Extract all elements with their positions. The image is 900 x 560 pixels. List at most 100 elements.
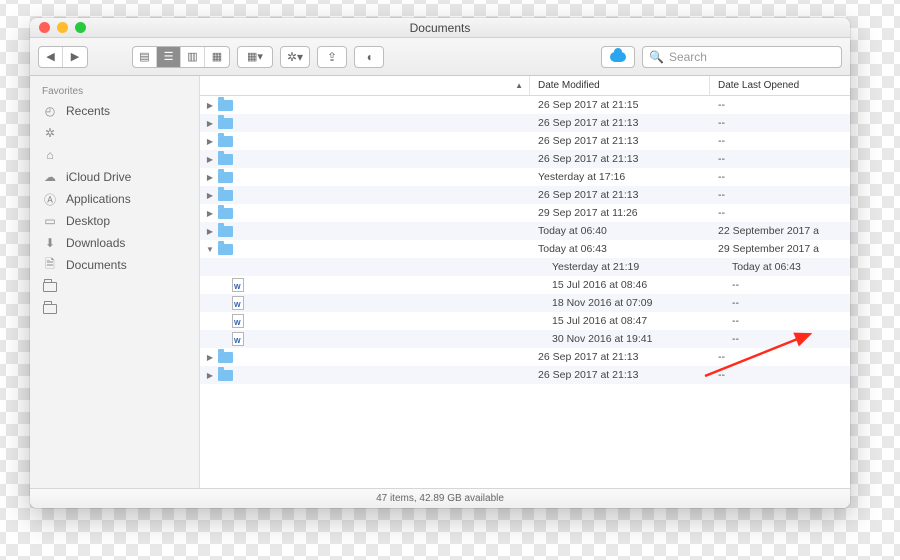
home-icon: ⌂ bbox=[42, 148, 58, 162]
cell-date-opened: -- bbox=[710, 99, 850, 111]
cell-date-opened: -- bbox=[724, 279, 850, 291]
sidebar-item-recents[interactable]: ◴Recents bbox=[30, 100, 199, 122]
sidebar-item-icloud-drive[interactable]: ☁iCloud Drive bbox=[30, 166, 199, 188]
sidebar-item-folder[interactable] bbox=[30, 276, 199, 298]
table-row[interactable]: ▶ 26 Sep 2017 at 21:13-- bbox=[200, 132, 850, 150]
table-row[interactable]: Yesterday at 21:19Today at 06:43 bbox=[200, 258, 850, 276]
sidebar-item-label: iCloud Drive bbox=[66, 170, 131, 184]
table-row[interactable]: ▶ 29 Sep 2017 at 11:26-- bbox=[200, 204, 850, 222]
disclosure-icon[interactable]: ▶ bbox=[206, 101, 214, 110]
folder-icon bbox=[218, 118, 233, 129]
cell-date-opened: -- bbox=[710, 369, 850, 381]
sidebar-item-home[interactable]: ⌂ bbox=[30, 144, 199, 166]
share-button[interactable]: ⇪ bbox=[317, 46, 347, 68]
sidebar-item-label: Applications bbox=[66, 192, 131, 206]
folder-icon bbox=[42, 280, 58, 294]
search-field[interactable]: 🔍 Search bbox=[642, 46, 842, 68]
table-row[interactable]: ▶ 26 Sep 2017 at 21:13-- bbox=[200, 186, 850, 204]
disclosure-icon[interactable]: ▼ bbox=[206, 245, 214, 254]
folder-icon bbox=[218, 154, 233, 165]
folder-icon bbox=[218, 370, 233, 381]
finder-window: Documents ◀ ▶ ▤ ☰ ▥ ▦ ▦▾ ✲▾ ⇪ ◖ 🔍 Search… bbox=[30, 18, 850, 508]
arrange-button[interactable]: ▦▾ bbox=[238, 47, 272, 67]
toolbar: ◀ ▶ ▤ ☰ ▥ ▦ ▦▾ ✲▾ ⇪ ◖ 🔍 Search bbox=[30, 38, 850, 76]
disclosure-icon[interactable]: ▶ bbox=[206, 353, 214, 362]
column-date-modified[interactable]: Date Modified bbox=[530, 76, 710, 95]
cell-date-modified: Yesterday at 17:16 bbox=[530, 171, 710, 183]
sidebar-item-label: Downloads bbox=[66, 236, 125, 250]
folder-icon bbox=[218, 100, 233, 111]
icloud-button[interactable] bbox=[601, 46, 635, 68]
table-row[interactable]: 15 Jul 2016 at 08:47-- bbox=[200, 312, 850, 330]
cell-date-opened: -- bbox=[724, 297, 850, 309]
tags-button[interactable]: ◖ bbox=[354, 46, 384, 68]
word-doc-icon bbox=[232, 296, 244, 310]
sidebar-item-folder[interactable] bbox=[30, 298, 199, 320]
sidebar-item-label: Desktop bbox=[66, 214, 110, 228]
sidebar-item-downloads[interactable]: ⬇Downloads bbox=[30, 232, 199, 254]
column-date-opened[interactable]: Date Last Opened bbox=[710, 76, 850, 95]
sidebar-item-desktop[interactable]: ▭Desktop bbox=[30, 210, 199, 232]
file-list: ▲ Date Modified Date Last Opened ▶26 Sep… bbox=[200, 76, 850, 488]
apps-icon: Ⓐ bbox=[42, 192, 58, 206]
clock-icon: ◴ bbox=[42, 104, 58, 118]
gallery-view-button[interactable]: ▦ bbox=[205, 47, 229, 67]
action-button[interactable]: ✲▾ bbox=[280, 46, 310, 68]
forward-button[interactable]: ▶ bbox=[63, 47, 87, 67]
folder-icon bbox=[218, 208, 233, 219]
table-row[interactable]: ▶26 Sep 2017 at 21:13-- bbox=[200, 366, 850, 384]
disclosure-icon[interactable]: ▶ bbox=[206, 155, 214, 164]
folder-icon bbox=[218, 226, 233, 237]
table-row[interactable]: 30 Nov 2016 at 19:41-- bbox=[200, 330, 850, 348]
disclosure-icon[interactable]: ▶ bbox=[206, 209, 214, 218]
icon-view-button[interactable]: ▤ bbox=[133, 47, 157, 67]
sidebar-section-header: Favorites bbox=[30, 82, 199, 100]
column-name[interactable]: ▲ bbox=[200, 76, 530, 95]
table-row[interactable]: ▶26 Sep 2017 at 21:15-- bbox=[200, 96, 850, 114]
cell-date-opened: 29 September 2017 a bbox=[710, 243, 850, 255]
disclosure-icon[interactable]: ▶ bbox=[206, 191, 214, 200]
disclosure-icon[interactable]: ▶ bbox=[206, 173, 214, 182]
table-row[interactable]: ▼ Today at 06:4329 September 2017 a bbox=[200, 240, 850, 258]
disclosure-icon[interactable]: ▶ bbox=[206, 227, 214, 236]
arrange-group: ▦▾ bbox=[237, 46, 273, 68]
rows-container: ▶26 Sep 2017 at 21:15--▶26 Sep 2017 at 2… bbox=[200, 96, 850, 488]
cell-date-opened: Today at 06:43 bbox=[724, 261, 850, 273]
sort-indicator-icon: ▲ bbox=[509, 81, 529, 90]
window-title: Documents bbox=[30, 21, 850, 35]
cell-date-modified: 15 Jul 2016 at 08:46 bbox=[544, 279, 724, 291]
sidebar-item-applications[interactable]: Ⓐ Applications bbox=[30, 188, 199, 210]
sidebar-item-gear[interactable]: ✲ bbox=[30, 122, 199, 144]
cell-date-modified: 26 Sep 2017 at 21:13 bbox=[530, 189, 710, 201]
cell-date-modified: 26 Sep 2017 at 21:13 bbox=[530, 135, 710, 147]
folder-icon bbox=[218, 352, 233, 363]
table-row[interactable]: ▶26 Sep 2017 at 21:13-- bbox=[200, 150, 850, 168]
cell-date-modified: 29 Sep 2017 at 11:26 bbox=[530, 207, 710, 219]
disclosure-icon[interactable]: ▶ bbox=[206, 371, 214, 380]
table-row[interactable]: ▶26 Sep 2017 at 21:13-- bbox=[200, 114, 850, 132]
cell-date-opened: -- bbox=[724, 333, 850, 345]
disclosure-icon[interactable]: ▶ bbox=[206, 137, 214, 146]
cell-date-opened: -- bbox=[724, 315, 850, 327]
disclosure-icon[interactable]: ▶ bbox=[206, 119, 214, 128]
back-button[interactable]: ◀ bbox=[39, 47, 63, 67]
table-row[interactable]: 15 Jul 2016 at 08:46-- bbox=[200, 276, 850, 294]
table-row[interactable]: 18 Nov 2016 at 07:09-- bbox=[200, 294, 850, 312]
sidebar: Favorites ◴Recents✲ ⌂ ☁iCloud Drive Ⓐ Applic… bbox=[30, 76, 200, 488]
table-row[interactable]: ▶Today at 06:4022 September 2017 a bbox=[200, 222, 850, 240]
folder-icon bbox=[42, 302, 58, 316]
word-doc-icon bbox=[232, 314, 244, 328]
cell-date-modified: Today at 06:40 bbox=[530, 225, 710, 237]
cell-date-opened: -- bbox=[710, 207, 850, 219]
cell-date-modified: Today at 06:43 bbox=[530, 243, 710, 255]
table-row[interactable]: ▶26 Sep 2017 at 21:13-- bbox=[200, 348, 850, 366]
sidebar-item-documents[interactable]: 🗎Documents bbox=[30, 254, 199, 276]
cell-date-opened: -- bbox=[710, 135, 850, 147]
cell-date-opened: -- bbox=[710, 351, 850, 363]
column-view-button[interactable]: ▥ bbox=[181, 47, 205, 67]
folder-icon bbox=[218, 136, 233, 147]
table-row[interactable]: ▶Yesterday at 17:16-- bbox=[200, 168, 850, 186]
list-view-button[interactable]: ☰ bbox=[157, 47, 181, 67]
cell-date-opened: -- bbox=[710, 189, 850, 201]
folder-icon bbox=[218, 172, 233, 183]
